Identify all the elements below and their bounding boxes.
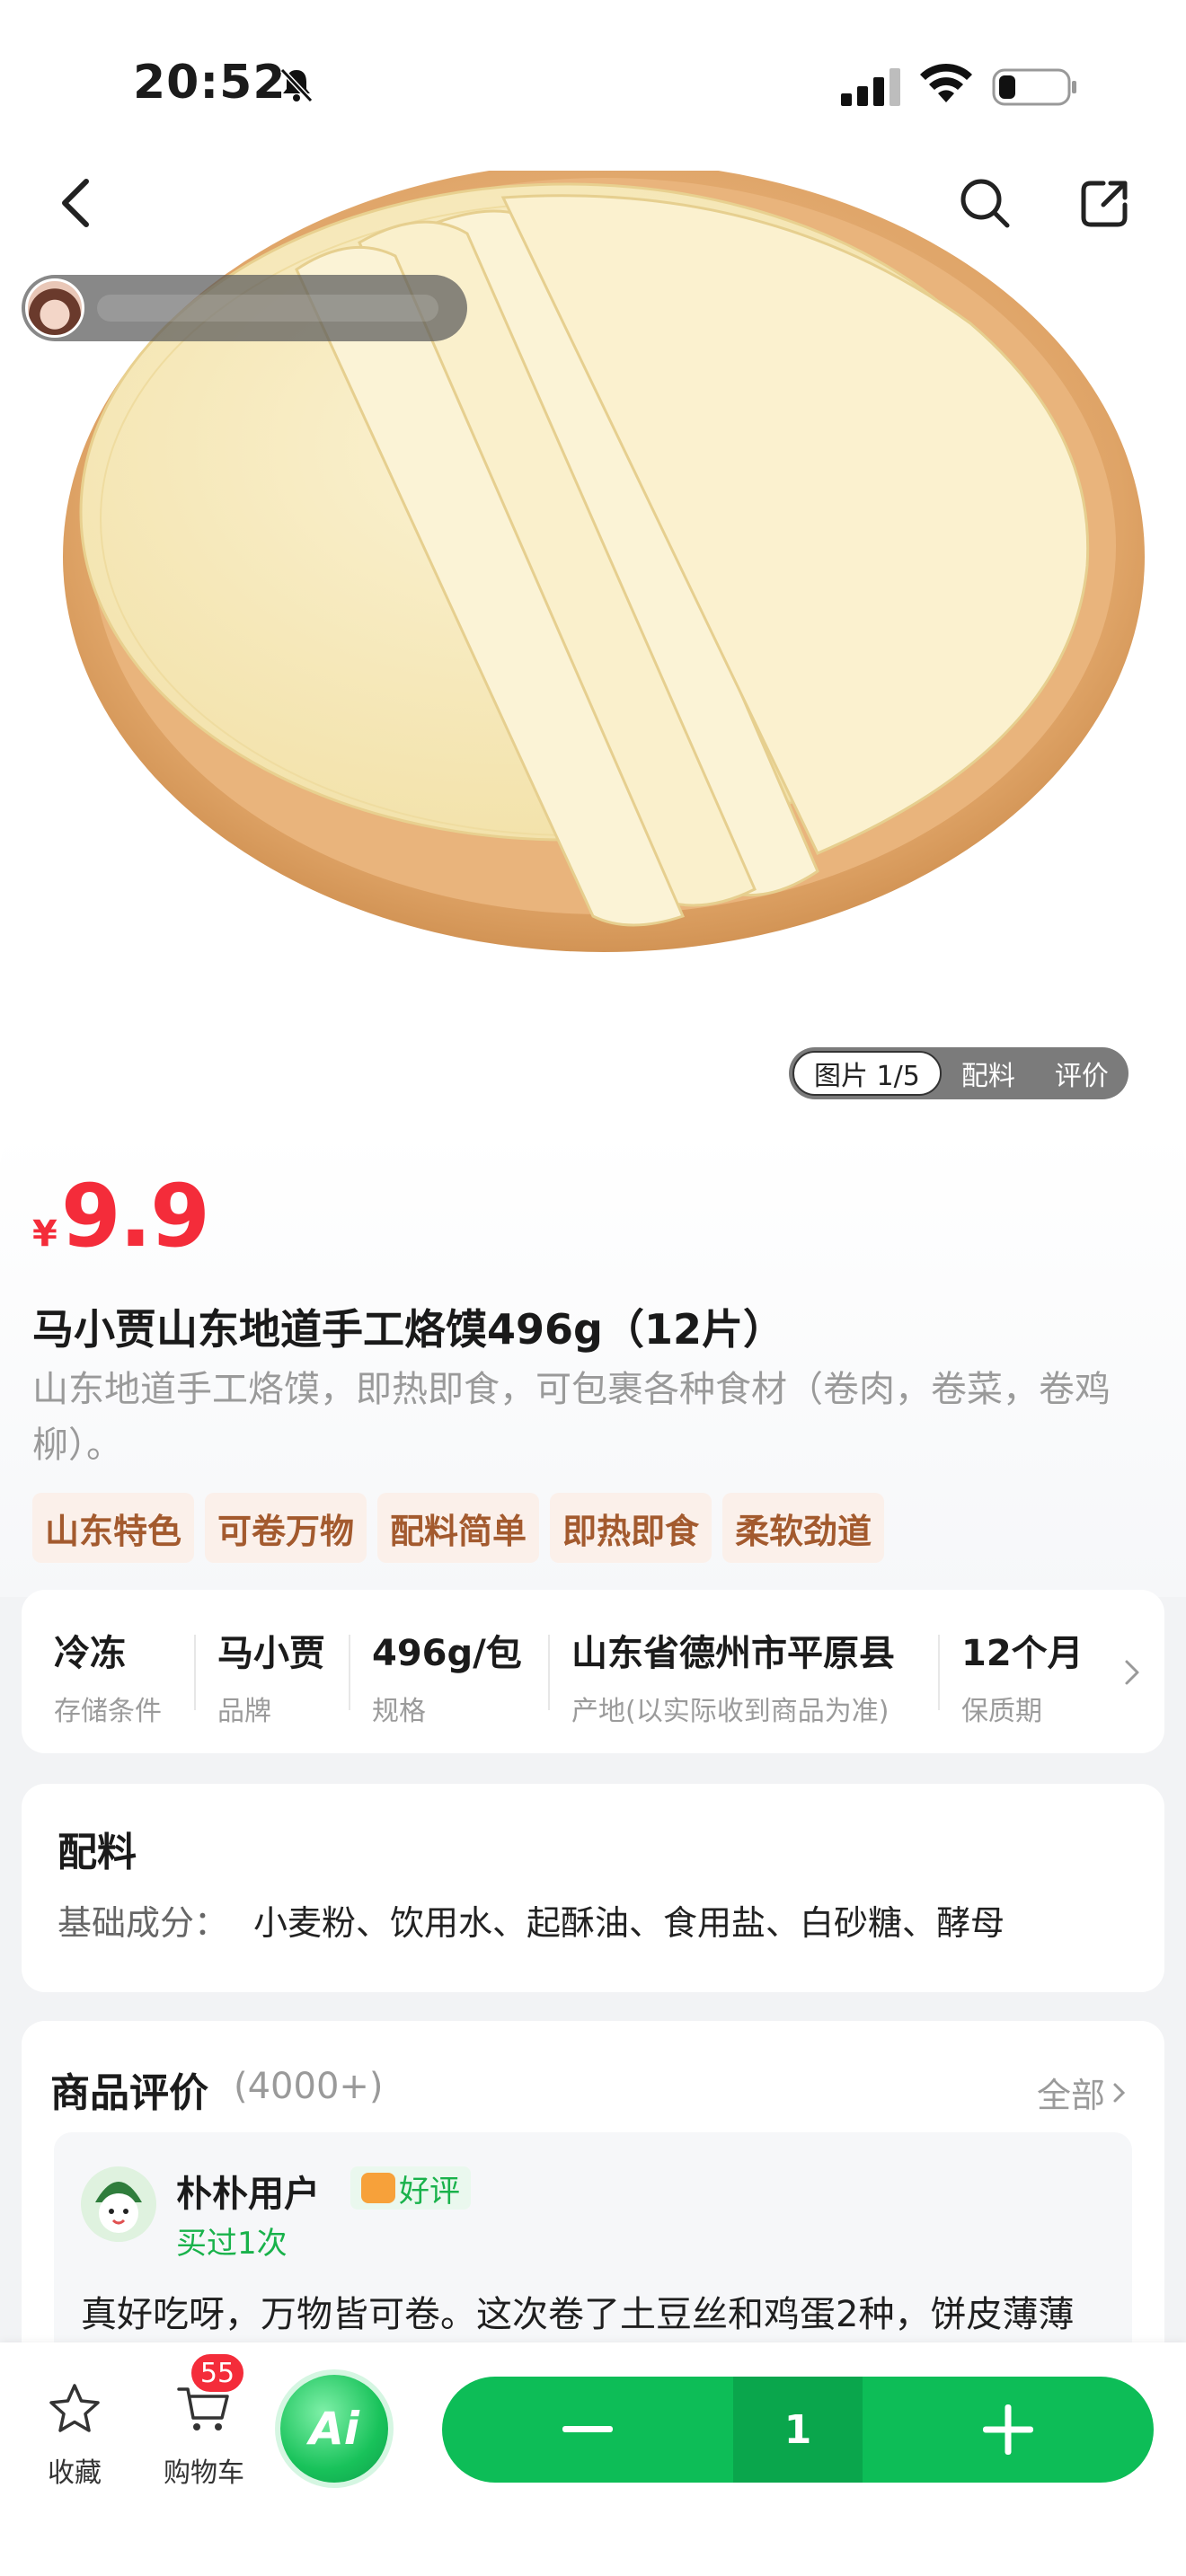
viewer-blurred-text [97,295,438,322]
spec-origin: 山东省德州市平原县 产地(以实际收到商品为准) [571,1624,895,1728]
battery-icon [992,68,1076,106]
product-subtitle: 山东地道手工烙馍，即热即食，可包裹各种食材（卷肉，卷菜，卷鸡柳）。 [32,1369,1111,1466]
avatar-image [81,2166,156,2242]
product-title: 马小贾山东地道手工烙馍496g（12片） [32,1305,784,1354]
favorite-button[interactable]: 收藏 [25,2380,124,2490]
cart-count-badge: 55 [189,2351,246,2395]
ai-assistant-button[interactable]: Ai [280,2375,388,2483]
spec-key: 保质期 [961,1696,1042,1727]
spec-value: 山东省德州市平原县 [571,1633,895,1674]
ingredients-value: 小麦粉、饮用水、起酥油、食用盐、白砂糖、酵母 [253,1903,1005,1943]
bell-muted-icon [279,67,314,103]
cart-label: 购物车 [164,2457,244,2489]
quantity-stepper: 1 [442,2377,1154,2483]
price-value: 9.9 [60,1166,210,1266]
chevron-right-icon [1125,1660,1139,1685]
quantity-value: 1 [733,2377,863,2483]
divider [548,1635,550,1710]
star-icon [49,2384,100,2432]
reviews-title: 商品评价 [50,2070,208,2116]
image-tabs: 图片 1/5 配料 评价 [789,1047,1128,1099]
tab-images[interactable]: 图片 1/5 [792,1051,942,1096]
spec-value: 马小贾 [217,1633,325,1674]
recent-viewer-banner [22,275,467,341]
share-button[interactable] [1062,160,1148,246]
divider [938,1635,940,1710]
spec-storage: 冷冻 存储条件 [54,1624,162,1728]
price-currency: ¥ [32,1213,58,1255]
ingredients-card: 配料 基础成分： 小麦粉、饮用水、起酥油、食用盐、白砂糖、酵母 [22,1784,1164,1992]
share-icon [1081,181,1128,227]
spec-value: 12个月 [961,1633,1084,1674]
ingredients-label: 基础成分： [58,1903,229,1943]
tag: 配料简单 [377,1493,540,1563]
wifi-icon [920,63,972,102]
tag: 即热即食 [550,1493,712,1563]
happy-face-icon [361,2173,395,2203]
spec-key: 规格 [372,1696,426,1727]
spec-brand: 马小贾 品牌 [217,1624,325,1728]
avatar [81,2166,156,2242]
minus-icon [562,2426,613,2432]
spec-card[interactable]: 冷冻 存储条件 马小贾 品牌 496g/包 规格 山东省德州市平原县 产地(以实… [22,1590,1164,1753]
tag: 柔软劲道 [722,1493,885,1563]
reviews-all-link[interactable]: 全部 [1037,2068,1128,2117]
status-bar: 20:52 [0,0,1186,135]
spec-value: 冷冻 [54,1633,126,1674]
back-icon [62,179,89,227]
tag: 山东特色 [32,1493,195,1563]
status-time: 20:52 [133,56,287,110]
spec-size: 496g/包 规格 [372,1624,522,1728]
search-button[interactable] [942,160,1028,246]
review-bought-count: 买过1次 [176,2226,288,2262]
signal-icon [841,68,900,106]
ingredients-title: 配料 [58,1830,137,1875]
spec-value: 496g/包 [372,1633,522,1674]
review-username: 朴朴用户 [176,2174,320,2215]
review-rating-label: 好评 [399,2173,460,2210]
spec-key: 品牌 [217,1696,271,1727]
back-button[interactable] [34,160,120,246]
divider [349,1635,350,1710]
viewer-avatar [25,278,84,338]
increase-quantity-button[interactable] [863,2377,1154,2483]
reviews-all-label: 全部 [1037,2076,1106,2115]
product-image-area[interactable]: 20:52 图片 1/5 配料 评价 [0,0,1186,1168]
spec-shelf-life: 12个月 保质期 [961,1624,1084,1728]
price: ¥ 9.9 [32,1166,210,1266]
tab-reviews[interactable]: 评价 [1035,1051,1128,1096]
cart-button[interactable]: 购物车 [155,2380,253,2490]
tab-ingredients[interactable]: 配料 [942,1051,1035,1096]
tag: 可卷万物 [205,1493,367,1563]
review-rating-badge: 好评 [350,2166,471,2210]
divider [194,1635,196,1710]
product-tags: 山东特色 可卷万物 配料简单 即热即食 柔软劲道 [32,1493,885,1563]
reviews-count: (4000+) [234,2066,384,2107]
search-icon [960,179,1010,228]
spec-key: 存储条件 [54,1696,162,1727]
spec-key: 产地(以实际收到商品为准) [571,1696,890,1727]
ingredients-row: 基础成分： 小麦粉、饮用水、起酥油、食用盐、白砂糖、酵母 [58,1895,1005,1945]
chevron-right-icon [1113,2083,1126,2102]
favorite-label: 收藏 [48,2457,102,2489]
plus-icon [983,2404,1033,2455]
decrease-quantity-button[interactable] [442,2377,733,2483]
